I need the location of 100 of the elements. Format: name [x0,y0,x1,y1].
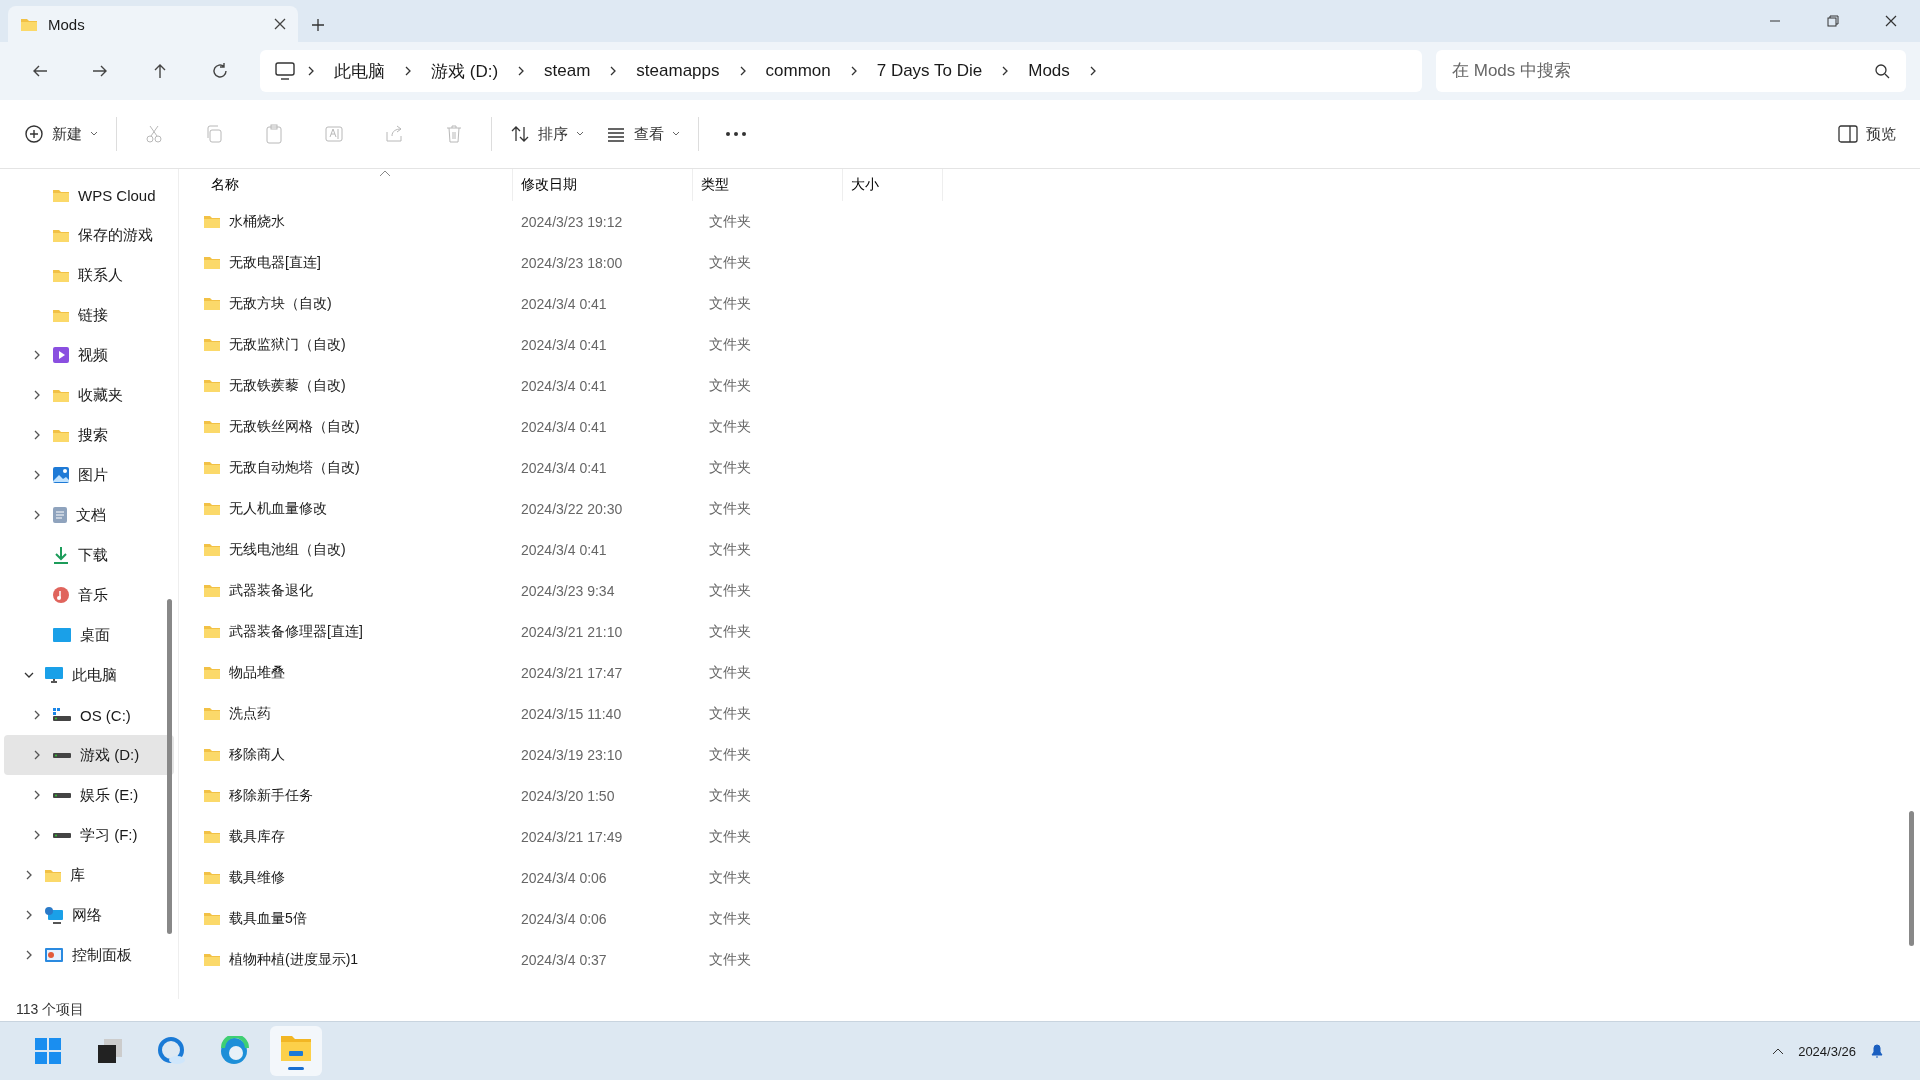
drive-icon [52,707,72,723]
file-name: 无敌电器[直连] [229,253,321,272]
file-name: 无敌铁蒺藜（自改) [229,376,346,395]
folder-icon [203,583,221,598]
chevron-right-icon [24,909,34,921]
chevron-right-icon [32,469,42,481]
type-cell-text: 文件夹 [708,581,752,600]
sidebar-item[interactable]: 搜索 [4,415,174,455]
sidebar-item[interactable]: 链接 [4,295,174,335]
type-cell-text: 文件夹 [708,827,752,846]
search-field[interactable]: 在 Mods 中搜索 [1436,50,1906,92]
folder-icon [203,337,221,352]
new-button[interactable]: 新建 [16,112,106,156]
sidebar-item[interactable]: 游戏 (D:) [4,735,174,775]
type-cell-text: 文件夹 [708,335,752,354]
network-icon [44,906,64,924]
sidebar-item[interactable]: 文档 [4,495,174,535]
date-cell-text: 2024/3/4 0:41 [520,459,608,476]
search-icon [157,1036,187,1066]
folder-icon [20,16,38,32]
breadcrumb[interactable]: Mods [1020,57,1078,85]
window-tab[interactable]: Mods [8,6,298,42]
file-name: 移除新手任务 [229,786,313,805]
file-name: 载具库存 [229,827,285,846]
file-name: 无敌铁丝网格（自改) [229,417,360,436]
sidebar-item[interactable]: WPS Cloud [4,175,174,215]
chevron-right-icon [24,949,34,961]
file-name: 载具血量5倍 [229,909,307,928]
folder-icon [52,427,70,443]
breadcrumb[interactable]: 此电脑 [326,55,393,87]
sort-button[interactable]: 排序 [502,112,592,156]
date-cell-text: 2024/3/21 21:10 [520,623,624,640]
folder-icon [203,829,221,844]
column-header[interactable]: 修改日期 [513,169,693,201]
date-cell-text: 2024/3/19 23:10 [520,746,624,763]
chevron-right-icon [32,829,42,841]
type-cell-text: 文件夹 [708,704,752,723]
file-name: 物品堆叠 [229,663,285,682]
folder-icon [203,214,221,229]
control-panel-icon [44,947,64,963]
folder-icon [203,419,221,434]
folder-icon [203,624,221,639]
column-header[interactable]: 类型 [693,169,843,201]
sidebar-item[interactable]: 库 [4,855,174,895]
preview-button[interactable]: 预览 [1830,112,1904,156]
folder-icon [203,706,221,721]
chevron-right-icon [306,65,316,77]
sidebar-item[interactable]: 音乐 [4,575,174,615]
date-cell-text: 2024/3/4 0:06 [520,910,608,927]
video-icon [52,346,70,364]
sidebar-item[interactable]: 桌面 [4,615,174,655]
breadcrumb[interactable]: common [757,57,839,85]
folder-icon [52,187,70,203]
sidebar-item[interactable]: 收藏夹 [4,375,174,415]
column-header[interactable]: 名称 [203,169,513,201]
chevron-right-icon [32,789,42,801]
date-cell-text: 2024/3/4 0:41 [520,541,608,558]
type-cell-text: 文件夹 [708,663,752,682]
sidebar-item[interactable]: 图片 [4,455,174,495]
type-cell-text: 文件夹 [708,786,752,805]
chevron-right-icon [32,349,42,361]
sidebar-item[interactable]: 视频 [4,335,174,375]
type-cell-text: 文件夹 [708,212,752,231]
sidebar-item[interactable]: OS (C:) [4,695,174,735]
folder-icon [203,296,221,311]
folder-icon [203,911,221,926]
chevron-right-icon [32,709,42,721]
date-cell-text: 2024/3/20 1:50 [520,787,616,804]
type-cell-text: 文件夹 [708,909,752,928]
type-cell-text: 文件夹 [708,417,752,436]
folder-icon [203,542,221,557]
sidebar-item[interactable]: 学习 (F:) [4,815,174,855]
breadcrumb[interactable]: 游戏 (D:) [423,55,507,87]
file-name: 水桶烧水 [229,212,285,231]
date-cell-text: 2024/3/4 0:41 [520,336,608,353]
date-cell-text: 2024/3/22 20:30 [520,500,624,517]
scrollbar-thumb[interactable] [167,599,172,934]
column-header[interactable]: 大小 [843,169,943,201]
sidebar-item[interactable]: 娱乐 (E:) [4,775,174,815]
breadcrumb[interactable]: 7 Days To Die [868,57,991,85]
breadcrumb[interactable]: steam [536,57,599,85]
file-name: 无敌监狱门（自改) [229,335,346,354]
file-name: 武器装备修理器[直连] [229,622,363,641]
type-cell-text: 文件夹 [708,950,752,969]
type-cell-text: 文件夹 [708,458,752,477]
sidebar-item[interactable]: 网络 [4,895,174,935]
sidebar-item[interactable]: 联系人 [4,255,174,295]
scrollbar-thumb[interactable] [1909,811,1914,946]
sidebar-item[interactable]: 保存的游戏 [4,215,174,255]
view-button[interactable]: 查看 [598,112,688,156]
file-explorer-button[interactable] [270,1026,322,1076]
computer-icon [44,666,64,684]
refresh-icon [211,62,229,80]
folder-icon [203,255,221,270]
sidebar-item[interactable]: 此电脑 [4,655,174,695]
type-cell-text: 文件夹 [708,499,752,518]
date-cell-text: 2024/3/15 11:40 [520,705,623,722]
breadcrumb[interactable]: steamapps [628,57,728,85]
sidebar-item[interactable]: 下载 [4,535,174,575]
sidebar-item[interactable]: 控制面板 [4,935,174,975]
